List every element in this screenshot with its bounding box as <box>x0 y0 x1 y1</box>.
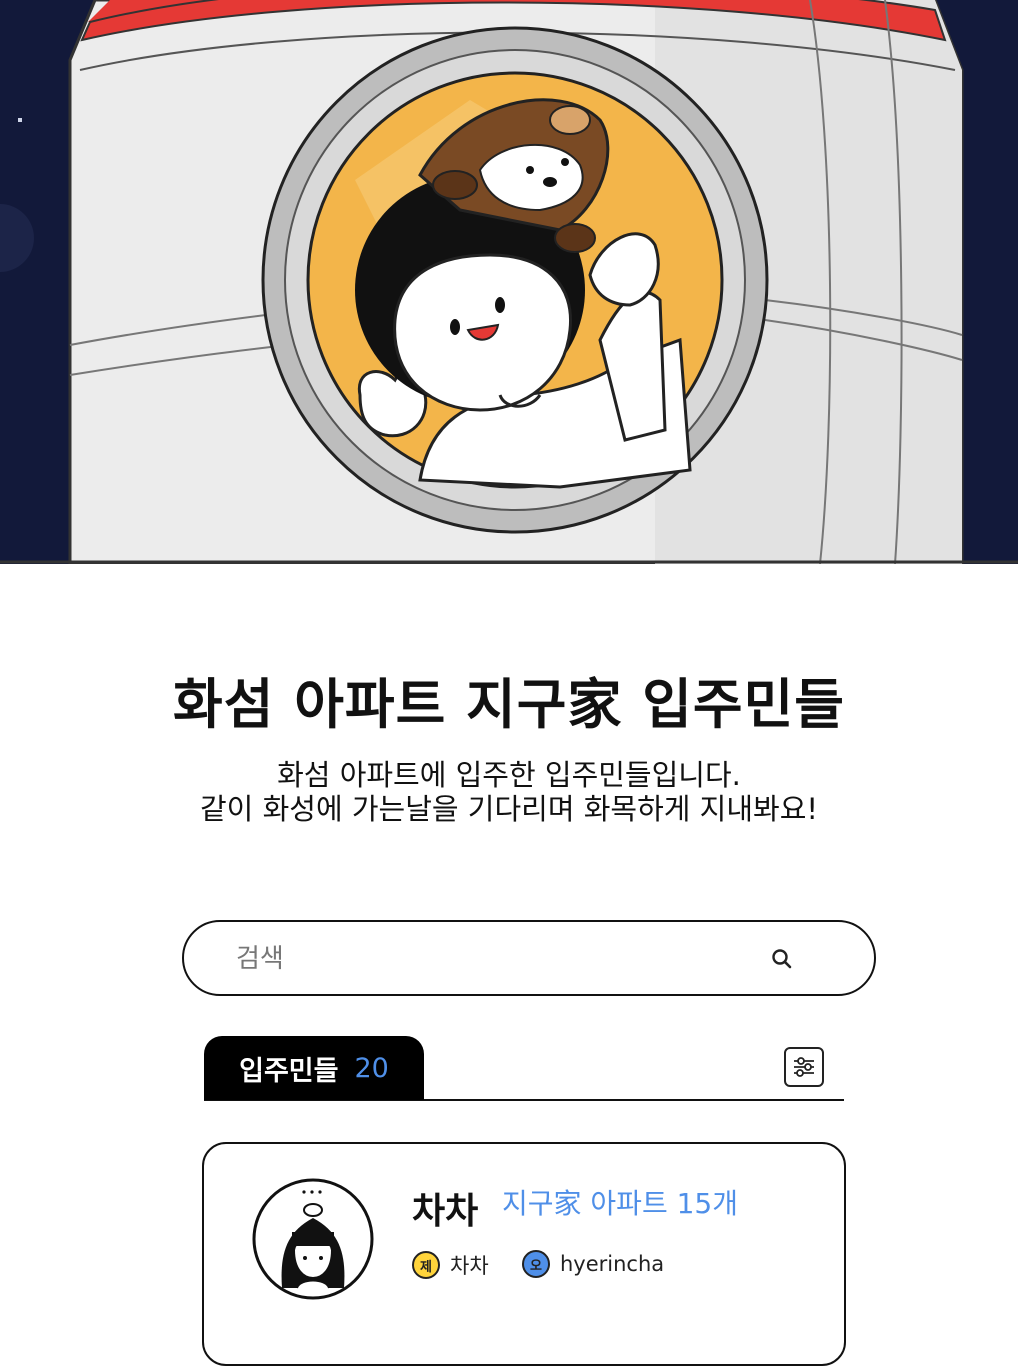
member-tag-2: 오 hyerincha <box>522 1250 664 1278</box>
member-name: 차차 <box>412 1191 479 1232</box>
filter-button[interactable] <box>784 1047 824 1087</box>
member-tag-1: 제 차차 <box>412 1250 489 1280</box>
member-tag-2-text: hyerincha <box>560 1252 665 1276</box>
page-subtitle: 화섬 아파트에 입주한 입주민들입니다. 같이 화성에 가는날을 기다리며 화목… <box>0 758 1018 826</box>
member-card[interactable]: 차차 지구家 아파트 15개 제 차차 오 hyerincha <box>202 1142 846 1366</box>
search-icon[interactable] <box>770 947 794 971</box>
sliders-icon <box>794 1057 814 1077</box>
tab-residents-label: 입주민들 <box>239 1055 339 1087</box>
search-bar <box>182 920 876 996</box>
tab-residents[interactable]: 입주민들 20 <box>204 1036 424 1100</box>
subtitle-line-1: 화섬 아파트에 입주한 입주민들입니다. <box>277 758 741 792</box>
hero-banner <box>0 0 1018 564</box>
member-tag-1-text: 차차 <box>450 1254 489 1278</box>
badge-o-icon: 오 <box>522 1250 550 1278</box>
tab-residents-count: 20 <box>354 1052 389 1084</box>
rocket-illustration <box>0 0 1018 564</box>
subtitle-line-2: 같이 화성에 가는날을 기다리며 화목하게 지내봐요! <box>200 792 818 826</box>
member-apartment-count: 지구家 아파트 15개 <box>502 1187 738 1220</box>
avatar <box>252 1178 374 1300</box>
search-input[interactable] <box>234 936 758 982</box>
page-title: 화섬 아파트 지구家 입주민들 <box>173 673 845 736</box>
badge-je-icon: 제 <box>412 1251 440 1279</box>
